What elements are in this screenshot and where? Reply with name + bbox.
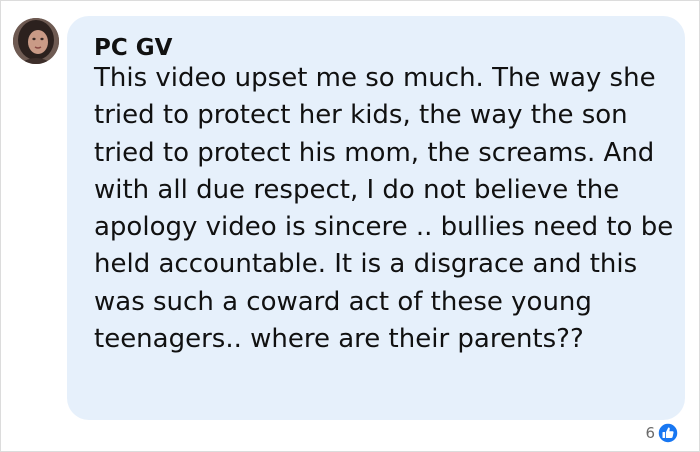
avatar[interactable] — [13, 18, 59, 64]
profile-photo-icon — [13, 18, 59, 64]
comment-text: This video upset me so much. The way she… — [94, 63, 674, 355]
comment-bubble: PC GV This video upset me so much. The w… — [67, 16, 685, 420]
reaction-summary[interactable]: 6 — [645, 420, 679, 446]
like-thumbs-up-icon — [657, 422, 679, 444]
comment-author-name[interactable]: PC GV — [94, 34, 172, 62]
comment-card: PC GV This video upset me so much. The w… — [0, 0, 700, 452]
reaction-count: 6 — [645, 424, 655, 442]
